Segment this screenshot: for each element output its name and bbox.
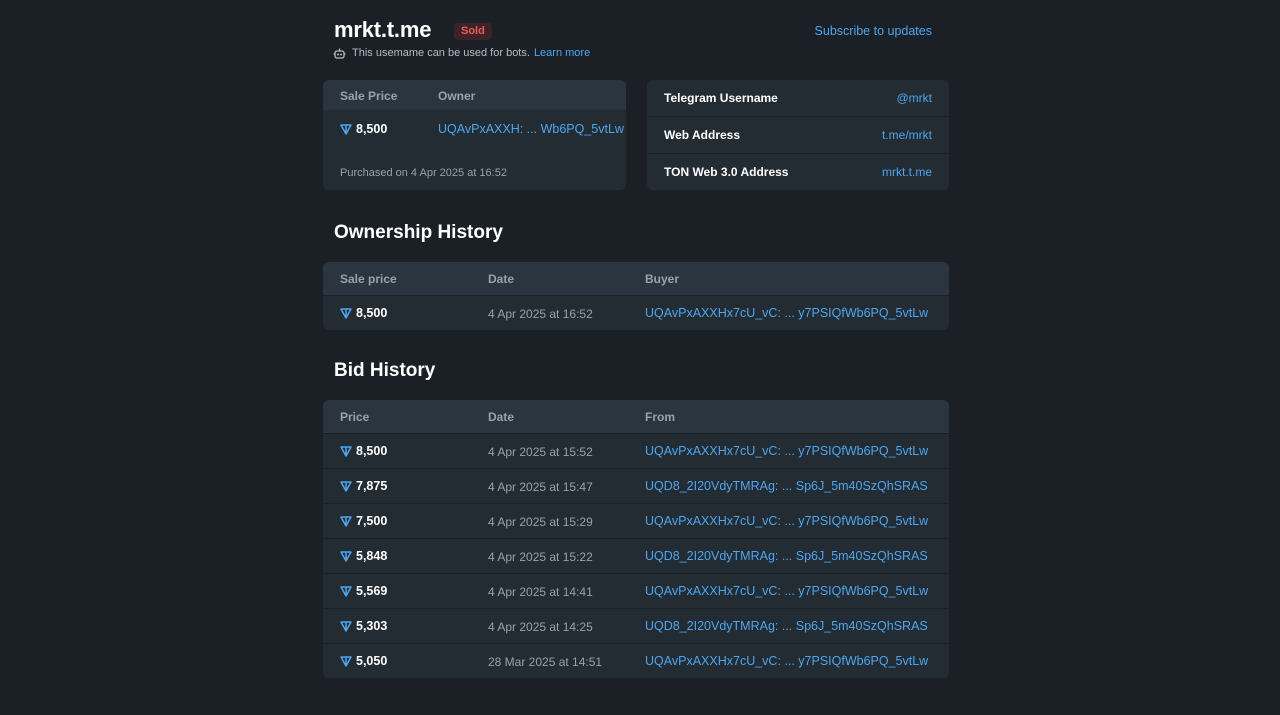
- page: mrkt.t.me Sold Subscribe to updates This…: [323, 0, 949, 678]
- ton-diamond-icon: [340, 307, 352, 319]
- bot-note: This usemame can be used for bots. Learn…: [333, 47, 590, 59]
- sale-price: 8,500: [340, 122, 387, 136]
- column-header: Price: [340, 410, 370, 424]
- price-value: 5,303: [356, 619, 388, 633]
- header: mrkt.t.me Sold Subscribe to updates This…: [323, 0, 949, 78]
- table-row: 5,050 28 Mar 2025 at 14:51 UQAvPxAXXHx7cU_…: [323, 643, 949, 678]
- summary-cards: Sale Price Owner 8,500 UQAvPxAXXH: ... W…: [323, 80, 949, 190]
- price-cell: 5,050: [340, 654, 387, 668]
- price-value: 7,500: [356, 514, 388, 528]
- column-header: Sale price: [340, 272, 397, 286]
- table-row: 7,875 4 Apr 2025 at 15:47 UQD8_2I20VdyTMRA…: [323, 468, 949, 503]
- bid-table: Price Date From 8,500 4 Apr 2025 at 15:52…: [323, 400, 949, 678]
- ton-diamond-icon: [340, 123, 352, 135]
- purchased-date: Purchased on 4 Apr 2025 at 16:52: [340, 167, 507, 179]
- column-header: Date: [488, 410, 515, 424]
- ton-diamond-icon: [340, 550, 352, 562]
- ton-diamond-icon: [340, 480, 352, 492]
- table-row: 5,848 4 Apr 2025 at 15:22 UQD8_2I20VdyTMRA…: [323, 538, 949, 573]
- owner-address-link[interactable]: UQAvPxAXXH: ... Wb6PQ_5vtLw: [438, 122, 624, 136]
- column-header: Date: [488, 272, 515, 286]
- address-link[interactable]: UQAvPxAXXHx7cU_vC: ... y7PSIQfWb6PQ_5vtL…: [645, 514, 928, 528]
- ton-diamond-icon: [340, 445, 352, 457]
- table-row: 5,303 4 Apr 2025 at 14:25 UQD8_2I20VdyTMRA…: [323, 608, 949, 643]
- ownership-history-title: Ownership History: [334, 222, 503, 243]
- address-link[interactable]: UQAvPxAXXHx7cU_vC: ... y7PSIQfWb6PQ_5vtL…: [645, 654, 928, 668]
- ton-diamond-icon: [340, 585, 352, 597]
- bot-icon: [333, 48, 346, 59]
- info-row-web-address: Web Address t.me/mrkt: [647, 117, 949, 154]
- address-link[interactable]: UQD8_2I20VdyTMRAg: ... Sp6J_5m40SzQhSRAS: [645, 479, 928, 493]
- learn-more-link[interactable]: Learn more: [534, 47, 590, 59]
- address-link[interactable]: UQAvPxAXXHx7cU_vC: ... y7PSIQfWb6PQ_5vtL…: [645, 306, 928, 320]
- status-badge: Sold: [454, 23, 492, 40]
- date-cell: 28 Mar 2025 at 14:51: [488, 655, 603, 669]
- ton-diamond-icon: [340, 655, 352, 667]
- info-label: TON Web 3.0 Address: [664, 165, 789, 179]
- price-cell: 7,875: [340, 479, 387, 493]
- owner-header: Owner: [438, 89, 476, 103]
- price-value: 7,875: [356, 479, 388, 493]
- date-cell: 4 Apr 2025 at 14:25: [488, 620, 593, 634]
- date-cell: 4 Apr 2025 at 15:22: [488, 550, 593, 564]
- sale-price-header: Sale Price: [340, 89, 398, 103]
- bid-rows: 8,500 4 Apr 2025 at 15:52 UQAvPxAXXHx7cU_v…: [323, 433, 949, 678]
- price-value: 5,050: [356, 654, 388, 668]
- sale-row: 8,500 UQAvPxAXXH: ... Wb6PQ_5vtLw: [323, 110, 626, 146]
- price-cell: 5,848: [340, 549, 387, 563]
- ownership-rows: 8,500 4 Apr 2025 at 16:52 UQAvPxAXXHx7cU_v…: [323, 295, 949, 330]
- date-cell: 4 Apr 2025 at 15:29: [488, 515, 593, 529]
- address-link[interactable]: UQD8_2I20VdyTMRAg: ... Sp6J_5m40SzQhSRAS: [645, 619, 928, 633]
- ton-diamond-icon: [340, 515, 352, 527]
- table-row: 7,500 4 Apr 2025 at 15:29 UQAvPxAXXHx7cU_v…: [323, 503, 949, 538]
- price-cell: 5,303: [340, 619, 387, 633]
- ton-diamond-icon: [340, 620, 352, 632]
- column-header: From: [645, 410, 675, 424]
- ownership-table: Sale price Date Buyer 8,500 4 Apr 2025 at…: [323, 262, 949, 330]
- price-value: 8,500: [356, 306, 388, 320]
- address-link[interactable]: UQD8_2I20VdyTMRAg: ... Sp6J_5m40SzQhSRAS: [645, 549, 928, 563]
- ownership-table-header: Sale price Date Buyer: [323, 262, 949, 295]
- table-row: 8,500 4 Apr 2025 at 16:52 UQAvPxAXXHx7cU_v…: [323, 295, 949, 330]
- price-cell: 8,500: [340, 444, 387, 458]
- price-value: 5,848: [356, 549, 388, 563]
- address-link[interactable]: UQAvPxAXXHx7cU_vC: ... y7PSIQfWb6PQ_5vtL…: [645, 444, 928, 458]
- date-cell: 4 Apr 2025 at 16:52: [488, 307, 593, 321]
- price-cell: 5,569: [340, 584, 387, 598]
- bot-note-text: This usemame can be used for bots.: [352, 47, 530, 59]
- price-value: 5,569: [356, 584, 388, 598]
- address-link[interactable]: UQAvPxAXXHx7cU_vC: ... y7PSIQfWb6PQ_5vtL…: [645, 584, 928, 598]
- sale-card-header: Sale Price Owner: [323, 80, 626, 110]
- column-header: Buyer: [645, 272, 680, 286]
- ton-address-link[interactable]: mrkt.t.me: [882, 165, 932, 179]
- info-label: Web Address: [664, 128, 741, 142]
- price-cell: 8,500: [340, 306, 387, 320]
- date-cell: 4 Apr 2025 at 15:52: [488, 445, 593, 459]
- web-address-link[interactable]: t.me/mrkt: [882, 128, 932, 142]
- table-row: 5,569 4 Apr 2025 at 14:41 UQAvPxAXXHx7cU_v…: [323, 573, 949, 608]
- date-cell: 4 Apr 2025 at 14:41: [488, 585, 593, 599]
- bid-history-title: Bid History: [334, 360, 436, 381]
- date-cell: 4 Apr 2025 at 15:47: [488, 480, 593, 494]
- price-value: 8,500: [356, 444, 388, 458]
- info-card: Telegram Username @mrkt Web Address t.me…: [647, 80, 949, 190]
- info-label: Telegram Username: [664, 91, 778, 105]
- sale-price-value: 8,500: [356, 122, 388, 136]
- bid-table-header: Price Date From: [323, 400, 949, 433]
- page-title: mrkt.t.me: [334, 17, 432, 42]
- username-link[interactable]: @mrkt: [896, 91, 932, 105]
- info-row-ton-address: TON Web 3.0 Address mrkt.t.me: [647, 154, 949, 190]
- sale-card: Sale Price Owner 8,500 UQAvPxAXXH: ... W…: [323, 80, 626, 190]
- subscribe-link[interactable]: Subscribe to updates: [815, 24, 932, 38]
- price-cell: 7,500: [340, 514, 387, 528]
- info-row-username: Telegram Username @mrkt: [647, 80, 949, 117]
- table-row: 8,500 4 Apr 2025 at 15:52 UQAvPxAXXHx7cU_v…: [323, 433, 949, 468]
